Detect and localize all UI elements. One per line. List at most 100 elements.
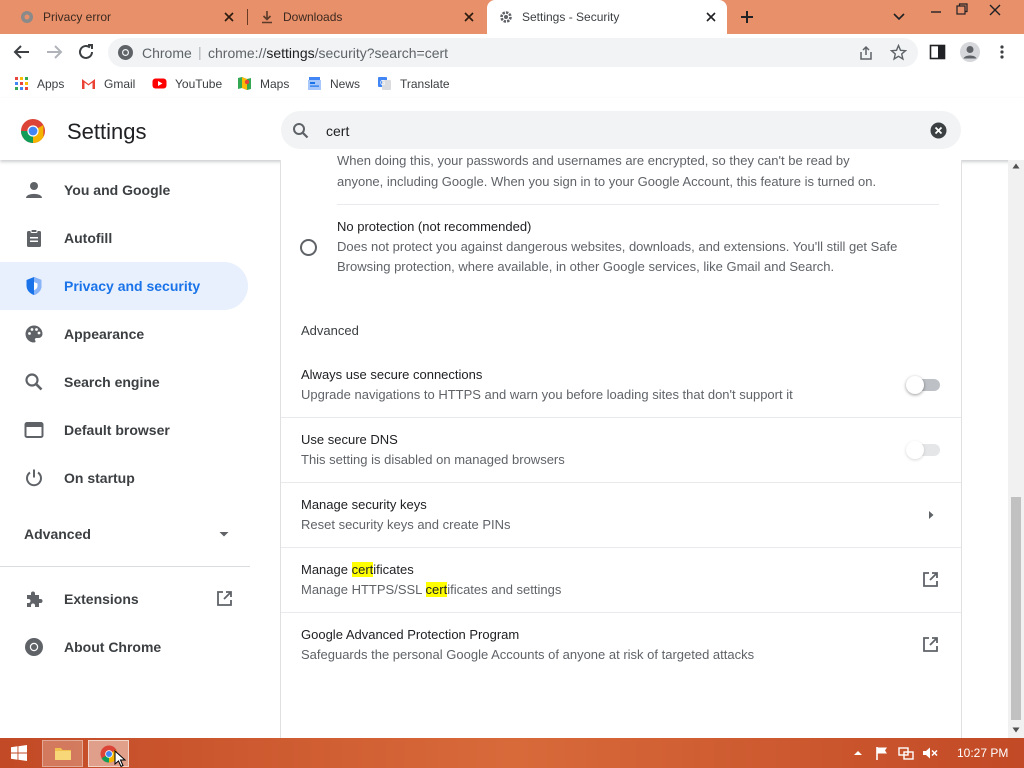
- apps-grid-icon: [15, 77, 28, 90]
- bookmark-gmail[interactable]: Gmail: [81, 76, 135, 91]
- new-tab-plus-icon[interactable]: [739, 9, 755, 25]
- sidebar-advanced-toggle[interactable]: Advanced: [0, 510, 250, 558]
- bookmark-label: Gmail: [104, 76, 136, 91]
- row-description: Upgrade navigations to HTTPS and warn yo…: [301, 387, 793, 402]
- sidebar-item-privacy-and-security[interactable]: Privacy and security: [0, 262, 248, 310]
- row-title: Manage certificates: [301, 562, 414, 577]
- sidebar-item-label: About Chrome: [64, 639, 162, 655]
- svg-text:G: G: [380, 80, 385, 87]
- scrollbar-thumb[interactable]: [1011, 497, 1021, 720]
- power-icon: [26, 469, 42, 487]
- toggle-knob: [906, 441, 924, 459]
- bookmark-label: YouTube: [175, 76, 223, 91]
- safe-browsing-description-line2: anyone, including Google. When you sign …: [337, 174, 877, 189]
- flag-icon[interactable]: [874, 745, 890, 761]
- translate-icon: G: [378, 77, 391, 90]
- person-icon: [26, 182, 42, 198]
- manage-certificates-row[interactable]: Manage certificates Manage HTTPS/SSL cer…: [281, 548, 961, 612]
- manage-security-keys-row[interactable]: Manage security keys Reset security keys…: [281, 483, 961, 547]
- gear-icon: [500, 11, 512, 23]
- browser-window-icon: [24, 422, 44, 438]
- chrome-logo-icon: [118, 45, 133, 60]
- sidebar-item-label: You and Google: [64, 182, 171, 198]
- tab-downloads[interactable]: Downloads: [240, 0, 485, 34]
- bookmark-translate[interactable]: G Translate: [377, 76, 450, 91]
- sidebar-item-autofill[interactable]: Autofill: [0, 214, 248, 262]
- clear-search-icon[interactable]: [930, 122, 947, 139]
- row-title: Manage security keys: [301, 497, 427, 512]
- bookmark-label: Apps: [37, 76, 65, 91]
- download-icon: [262, 11, 272, 24]
- youtube-icon: [152, 78, 167, 89]
- omnibox-divider: |: [198, 44, 202, 60]
- search-icon: [293, 123, 309, 139]
- network-icon[interactable]: [898, 745, 914, 761]
- close-icon[interactable]: [221, 9, 237, 25]
- sidebar-divider: [0, 566, 250, 567]
- window-close-icon[interactable]: [988, 3, 1002, 17]
- chrome-settings-logo-icon: [20, 119, 45, 143]
- bookmark-maps[interactable]: Maps: [237, 76, 289, 91]
- row-description: Reset security keys and create PINs: [301, 517, 511, 532]
- sidebar-item-you-and-google[interactable]: You and Google: [0, 166, 248, 214]
- tray-overflow-chevron-icon[interactable]: [850, 745, 866, 761]
- no-protection-title: No protection (not recommended): [337, 219, 532, 234]
- url-text[interactable]: chrome://settings/security?search=cert: [208, 45, 448, 61]
- sidebar-item-about-chrome[interactable]: About Chrome: [0, 623, 248, 671]
- palette-icon: [25, 325, 43, 343]
- windows-start-icon[interactable]: [11, 745, 27, 761]
- arrow-right-icon: [929, 511, 934, 519]
- forward-arrow-icon[interactable]: [45, 44, 63, 60]
- more-vert-icon[interactable]: [998, 44, 1006, 60]
- chevron-down-icon[interactable]: [892, 11, 906, 23]
- scroll-down-arrow-icon[interactable]: [1012, 727, 1020, 733]
- secure-dns-row[interactable]: Use secure DNS This setting is disabled …: [281, 418, 961, 482]
- taskbar-file-explorer[interactable]: [42, 740, 83, 767]
- close-icon[interactable]: [461, 9, 477, 25]
- always-secure-connections-row[interactable]: Always use secure connections Upgrade na…: [281, 353, 961, 417]
- row-description: This setting is disabled on managed brow…: [301, 452, 565, 467]
- search-input[interactable]: cert: [326, 123, 349, 139]
- profile-avatar-icon[interactable]: [959, 41, 981, 63]
- bookmark-news[interactable]: News: [307, 76, 360, 91]
- taskbar-clock[interactable]: 10:27 PM: [957, 746, 1008, 760]
- scroll-up-arrow-icon[interactable]: [1012, 163, 1020, 169]
- settings-search-box[interactable]: [281, 111, 961, 149]
- chevron-down-icon: [219, 532, 229, 537]
- shield-icon: [26, 277, 42, 295]
- restore-icon[interactable]: [955, 2, 969, 16]
- page-title: Settings: [67, 119, 147, 144]
- reload-icon[interactable]: [77, 43, 95, 61]
- sidebar-item-label: Autofill: [64, 230, 113, 246]
- minimize-icon[interactable]: [929, 4, 943, 18]
- safe-browsing-description-line1: When doing this, your passwords and user…: [337, 153, 850, 168]
- tab-privacy-error[interactable]: Privacy error: [0, 0, 245, 34]
- row-description: Manage HTTPS/SSL certificates and settin…: [301, 582, 562, 597]
- sidebar-item-search-engine[interactable]: Search engine: [0, 358, 248, 406]
- site-label: Chrome: [142, 45, 192, 61]
- tab-label: Privacy error: [43, 10, 112, 24]
- star-bookmark-icon[interactable]: [890, 44, 907, 61]
- sidebar-item-appearance[interactable]: Appearance: [0, 310, 248, 358]
- volume-muted-icon[interactable]: [922, 745, 938, 761]
- open-in-new-icon[interactable]: [922, 636, 939, 653]
- bookmark-youtube[interactable]: YouTube: [152, 76, 222, 91]
- sidebar-item-extensions[interactable]: Extensions: [0, 575, 248, 623]
- advanced-protection-program-row[interactable]: Google Advanced Protection Program Safeg…: [281, 613, 961, 677]
- sidebar-item-default-browser[interactable]: Default browser: [0, 406, 248, 454]
- close-icon[interactable]: [703, 9, 719, 25]
- sidebar-item-on-startup[interactable]: On startup: [0, 454, 248, 502]
- row-title: Google Advanced Protection Program: [301, 627, 520, 642]
- row-title: Use secure DNS: [301, 432, 398, 447]
- back-arrow-icon[interactable]: [13, 44, 31, 60]
- no-protection-radio[interactable]: [300, 239, 317, 256]
- puzzle-piece-icon: [27, 591, 43, 607]
- bookmark-apps[interactable]: Apps: [14, 76, 64, 91]
- row-divider: [337, 204, 939, 205]
- always-secure-toggle[interactable]: [906, 376, 940, 394]
- advanced-section-heading: Advanced: [301, 323, 359, 338]
- side-panel-icon[interactable]: [929, 44, 946, 60]
- share-icon[interactable]: [858, 45, 874, 61]
- tab-settings-security[interactable]: Settings - Security: [487, 0, 727, 34]
- open-in-new-icon[interactable]: [922, 571, 939, 588]
